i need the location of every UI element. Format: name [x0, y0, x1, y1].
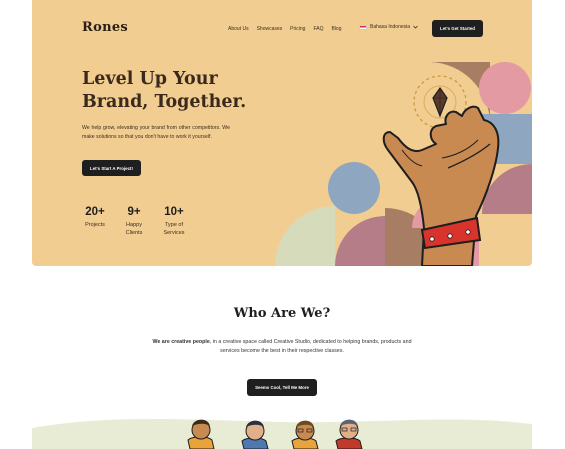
stat-label: Type of Services [163, 222, 185, 236]
hero-title-line2: Brand, Together. [82, 92, 247, 112]
nav-links: About Us Showcases Pricing FAQ Blog [228, 26, 341, 32]
hero-description: We help grow, elevating your brand from … [82, 125, 230, 140]
diamond-icon [432, 86, 448, 118]
stat-services: 10+ Type of Services [160, 206, 188, 237]
about-emphasis: We are creative people [152, 339, 210, 345]
about-section: Who Are We? We are creative people, in a… [32, 266, 532, 449]
hero-illustration [275, 62, 532, 266]
chevron-down-icon [413, 25, 418, 29]
hero-title-line1: Level Up Your [82, 69, 218, 89]
get-started-button[interactable]: Let's Get Started [432, 20, 483, 37]
about-text: We are creative people, in a creative sp… [152, 338, 412, 356]
shape-circle-pink [479, 62, 531, 114]
shape-quarter-mauve-2 [335, 216, 385, 266]
shape-quarter-sage [275, 206, 335, 266]
landing-page: Rones About Us Showcases Pricing FAQ Blo… [0, 0, 565, 449]
about-heading: Who Are We? [233, 306, 331, 321]
stat-value: 9+ [127, 206, 141, 218]
stat-projects: 20+ Projects [82, 206, 108, 229]
shape-circle-blue [328, 162, 380, 214]
top-navbar: Rones About Us Showcases Pricing FAQ Blo… [32, 0, 532, 58]
language-selector[interactable]: Bahasa Indonesia [359, 24, 418, 30]
nav-link-pricing[interactable]: Pricing [290, 26, 305, 32]
team-illustration [32, 419, 532, 449]
tell-me-more-button[interactable]: Seems Cool, Tell Me More [247, 379, 317, 396]
background-wave [32, 419, 532, 449]
nav-link-about[interactable]: About Us [228, 26, 249, 32]
stat-value: 10+ [164, 206, 184, 218]
flag-indonesia-icon [359, 24, 367, 30]
nav-link-faq[interactable]: FAQ [313, 26, 323, 32]
nav-link-showcases[interactable]: Showcases [257, 26, 283, 32]
hero-section: Rones About Us Showcases Pricing FAQ Blo… [32, 0, 532, 266]
stat-label: Happy Clients [125, 222, 143, 236]
about-text-rest: , in a creative space called Creative St… [209, 339, 412, 354]
brand-logo[interactable]: Rones [82, 20, 128, 35]
nav-link-blog[interactable]: Blog [331, 26, 341, 32]
language-label: Bahasa Indonesia [370, 24, 411, 30]
hero-title: Level Up Your Brand, Together. [82, 68, 282, 114]
stat-label: Projects [85, 222, 105, 228]
stat-value: 20+ [85, 206, 105, 218]
start-project-button[interactable]: Let's Start A Project! [82, 160, 141, 176]
stat-clients: 9+ Happy Clients [122, 206, 146, 237]
